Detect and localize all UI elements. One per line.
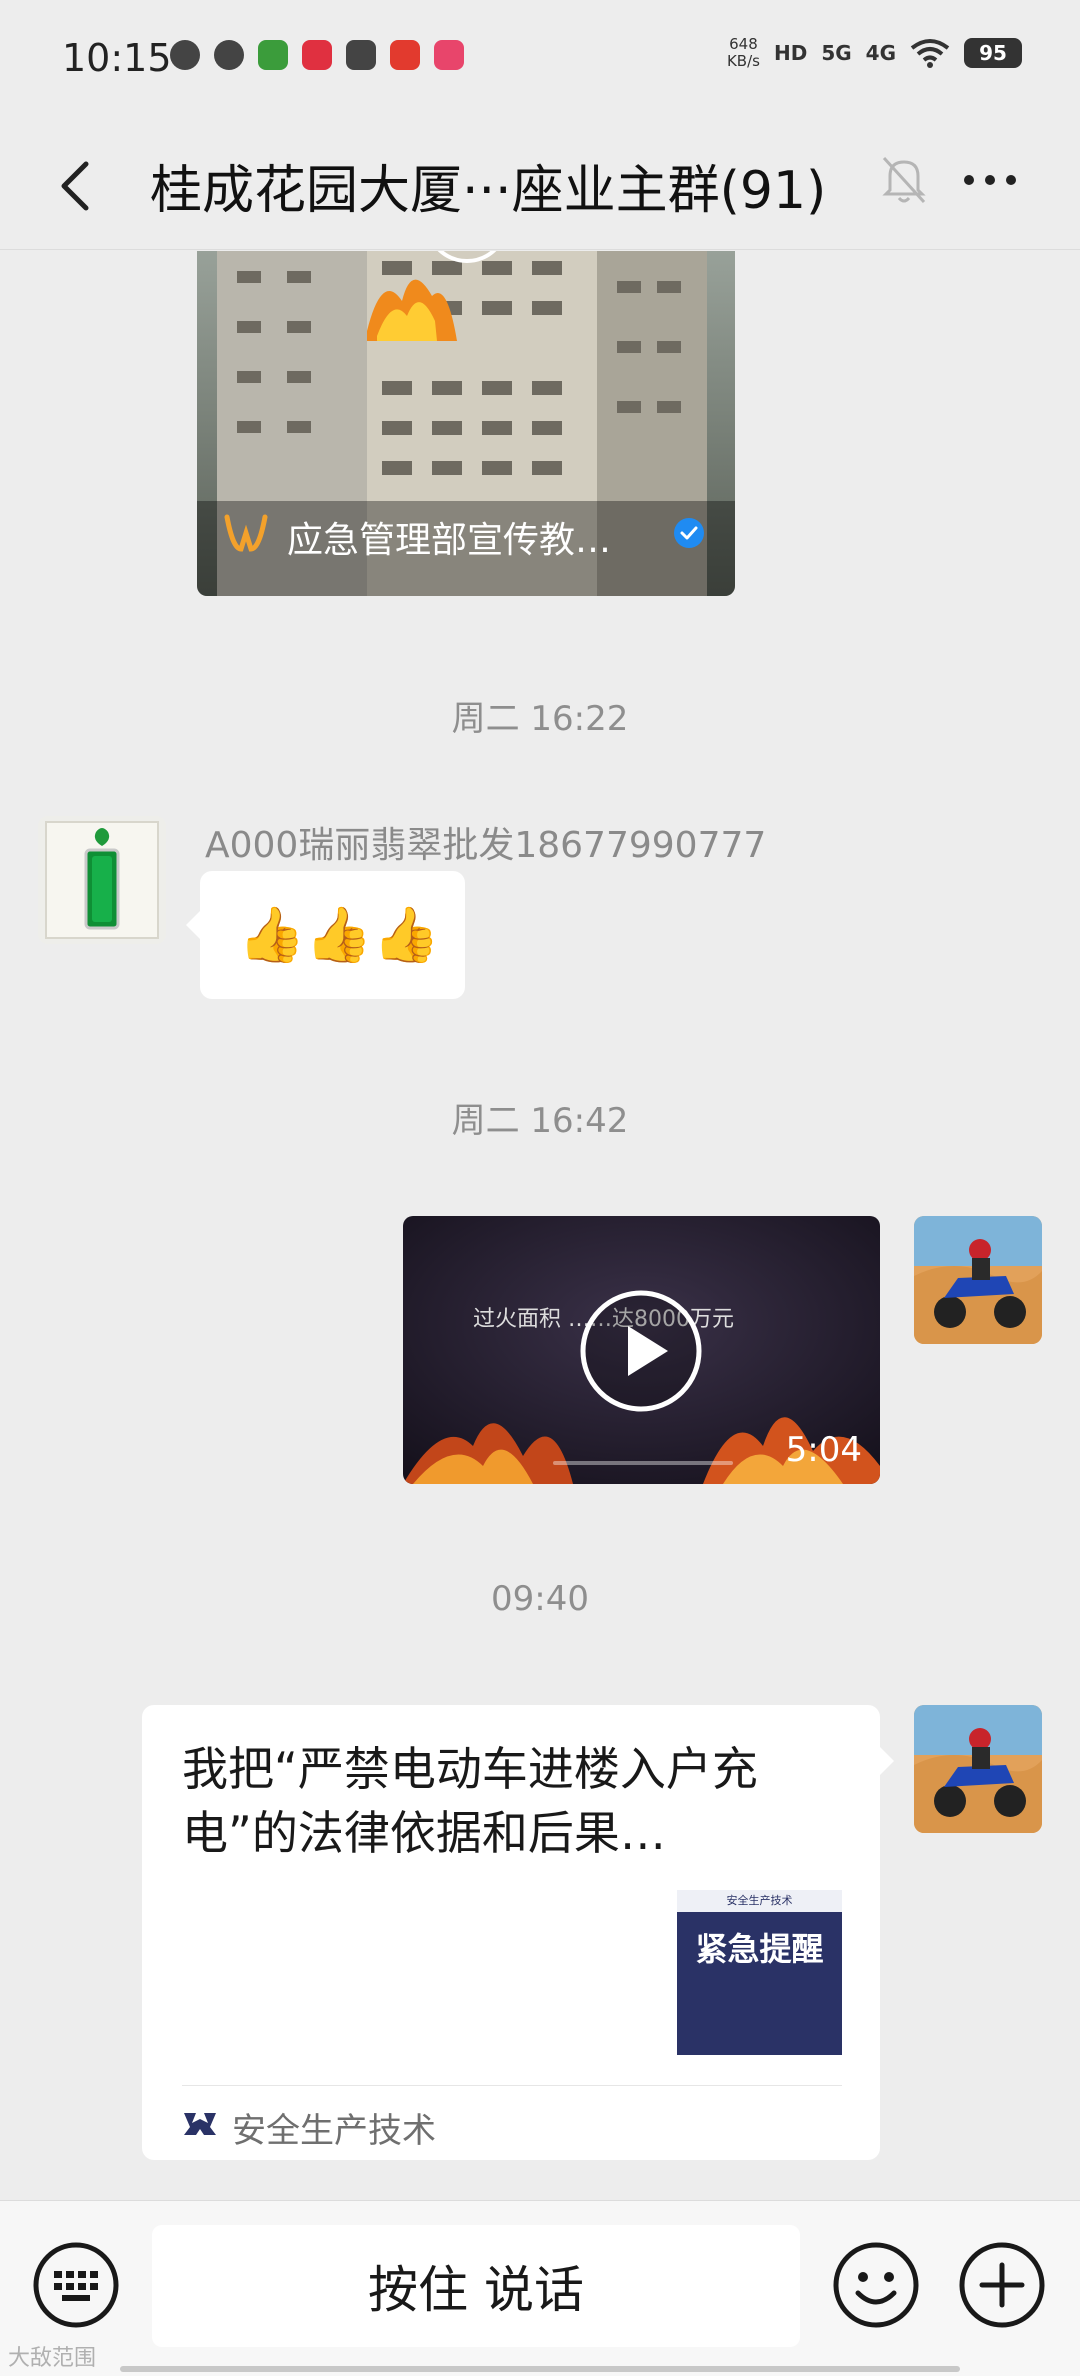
app-notification-icon xyxy=(170,40,200,70)
chat-header: 桂成花园大厦···座业主群(91) xyxy=(0,120,1080,250)
weibo-icon xyxy=(302,40,332,70)
smiley-icon[interactable] xyxy=(832,2241,920,2329)
plus-circle-icon[interactable] xyxy=(958,2241,1046,2329)
thumbnail-text: 紧急提醒 xyxy=(695,1930,824,1968)
video-player-icon xyxy=(434,40,464,70)
notification-icons xyxy=(170,40,464,70)
timestamp: 09:40 xyxy=(491,1579,589,1619)
channel-name: 应急管理部宣传教… xyxy=(287,520,612,561)
input-bar: 按住 说话 xyxy=(0,2200,1080,2376)
signal-4g: 4G xyxy=(865,41,896,65)
gesture-bar xyxy=(120,2366,960,2372)
shared-video-card[interactable]: 应急管理部宣传教… xyxy=(197,251,735,596)
watermark: 大敌范围 xyxy=(8,2346,97,2371)
more-dots-icon[interactable] xyxy=(955,150,1025,210)
atv-rider-avatar xyxy=(914,1216,1042,1344)
network-speed-unit: KB/s xyxy=(726,52,760,70)
status-time: 10:15 xyxy=(62,36,172,80)
video-app-icon xyxy=(258,40,288,70)
timestamp: 周二 16:42 xyxy=(451,1101,629,1141)
avatar[interactable] xyxy=(38,816,166,944)
my-avatar[interactable] xyxy=(914,1216,1042,1344)
chevron-left-icon[interactable] xyxy=(40,146,110,226)
source-logo-icon xyxy=(184,2113,216,2135)
article-card[interactable]: 我把“严禁电动车进楼入户充电”的法律依据和后果… 安全生产技术 紧急提醒 安全生… xyxy=(142,1705,894,2160)
network-speed: 648 KB/s xyxy=(727,36,760,70)
article-thumbnail: 安全生产技术 紧急提醒 xyxy=(677,1890,842,2055)
battery-indicator: 95 xyxy=(964,38,1022,68)
shopping-app-icon xyxy=(390,40,420,70)
mail-icon xyxy=(346,40,376,70)
message-list[interactable]: 应急管理部宣传教… 周二 16:22 A000瑞丽翡翠批发18677990777… xyxy=(0,251,1080,2200)
sender-name: A000瑞丽翡翠批发18677990777 xyxy=(205,825,767,866)
page-title: 桂成花园大厦···座业主群(91) xyxy=(150,161,827,221)
my-avatar[interactable] xyxy=(914,1705,1042,1833)
wifi-icon xyxy=(910,39,950,68)
video-duration: 5:04 xyxy=(785,1430,862,1470)
bell-off-icon xyxy=(882,156,926,204)
article-title: 我把“严禁电动车进楼入户充电”的法律依据和后果… xyxy=(182,1742,758,1860)
chat-notification-icon xyxy=(214,40,244,70)
thumbs-up-emojis: 👍👍👍 xyxy=(238,903,440,966)
status-bar: 10:15 648 KB/s HD 5G 4G 95 xyxy=(0,0,1080,120)
message-bubble[interactable]: 👍👍👍 xyxy=(186,871,465,999)
signal-5g: 5G xyxy=(821,41,852,65)
keyboard-icon[interactable] xyxy=(32,2241,120,2329)
timestamp: 周二 16:22 xyxy=(451,699,629,739)
jade-pendant-avatar xyxy=(38,816,166,944)
network-speed-value: 648 xyxy=(729,35,758,53)
verified-badge-icon xyxy=(674,518,704,548)
channel-logo-icon xyxy=(224,514,268,552)
divider xyxy=(182,2085,842,2086)
hd-badge: HD xyxy=(773,41,808,65)
video-message[interactable]: 过火面积 ……达8000万元 5:04 xyxy=(403,1216,880,1484)
play-icon[interactable] xyxy=(578,1288,704,1414)
hold-to-talk-button[interactable]: 按住 说话 xyxy=(152,2225,800,2347)
article-source: 安全生产技术 xyxy=(232,2111,436,2151)
atv-rider-avatar xyxy=(914,1705,1042,1833)
status-right: 648 KB/s HD 5G 4G 95 xyxy=(727,36,1022,70)
thumbnail-header: 安全生产技术 xyxy=(677,1890,842,1912)
